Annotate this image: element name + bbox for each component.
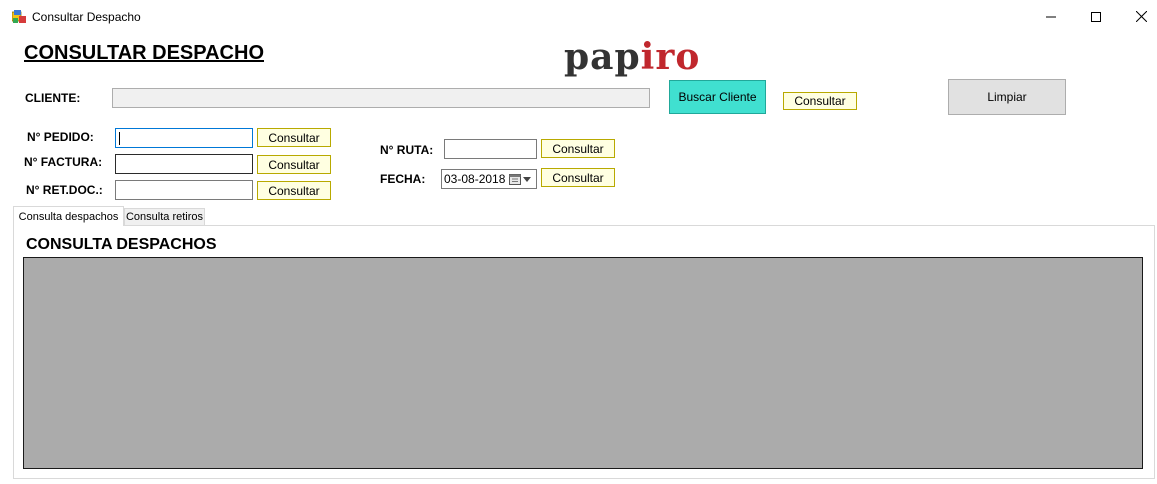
- minimize-button[interactable]: [1028, 0, 1074, 33]
- minimize-icon: [1046, 16, 1056, 17]
- fecha-label: FECHA:: [380, 172, 426, 186]
- consultar-pedido-button[interactable]: Consultar: [257, 128, 331, 147]
- consultar-retdoc-button[interactable]: Consultar: [257, 181, 331, 200]
- chevron-down-icon[interactable]: [523, 177, 531, 182]
- ruta-label: N° RUTA:: [380, 143, 434, 157]
- window-title: Consultar Despacho: [32, 10, 141, 24]
- calendar-icon: [509, 174, 521, 185]
- close-button[interactable]: [1118, 0, 1157, 33]
- close-icon: [1135, 11, 1147, 22]
- despachos-data-grid[interactable]: [23, 257, 1143, 469]
- fecha-value: 03-08-2018: [444, 172, 506, 186]
- consultar-ruta-button[interactable]: Consultar: [541, 139, 615, 158]
- papiro-logo: papiro: [564, 36, 700, 78]
- maximize-button[interactable]: [1073, 0, 1119, 33]
- fecha-datepicker[interactable]: 03-08-2018: [441, 169, 537, 189]
- tab-consulta-despachos[interactable]: Consulta despachos: [13, 206, 124, 226]
- text-caret: [119, 132, 120, 145]
- cliente-label: CLIENTE:: [25, 91, 81, 105]
- page-title: CONSULTAR DESPACHO: [24, 42, 264, 64]
- factura-input[interactable]: [115, 154, 253, 174]
- factura-label: N° FACTURA:: [24, 155, 103, 169]
- logo-text-dark: pap: [564, 36, 641, 78]
- logo-text-accent: iro: [640, 36, 701, 78]
- app-icon: [12, 10, 26, 23]
- consultar-factura-button[interactable]: Consultar: [257, 155, 331, 174]
- maximize-icon: [1091, 11, 1101, 22]
- retdoc-input[interactable]: [115, 180, 253, 200]
- pedido-input[interactable]: [115, 128, 253, 148]
- limpiar-button[interactable]: Limpiar: [948, 79, 1066, 115]
- buscar-cliente-button[interactable]: Buscar Cliente: [669, 80, 766, 114]
- consultar-fecha-button[interactable]: Consultar: [541, 168, 615, 187]
- panel-title: CONSULTA DESPACHOS: [26, 236, 217, 253]
- consultar-cliente-button[interactable]: Consultar: [783, 92, 857, 110]
- pedido-label: N° PEDIDO:: [27, 130, 94, 144]
- tab-consulta-retiros[interactable]: Consulta retiros: [124, 208, 205, 226]
- cliente-field: [112, 88, 650, 108]
- retdoc-label: N° RET.DOC.:: [26, 183, 103, 197]
- title-bar: Consultar Despacho: [0, 0, 1157, 33]
- ruta-input[interactable]: [444, 139, 537, 159]
